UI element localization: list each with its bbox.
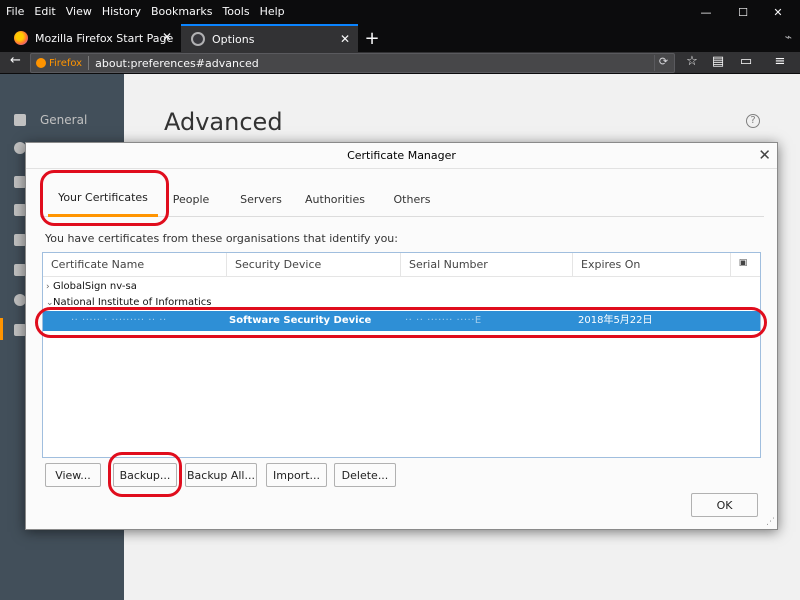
- sidebar-item-general[interactable]: General: [14, 110, 87, 130]
- url-bar[interactable]: Firefox about:preferences#advanced ⟳: [30, 53, 675, 73]
- tree-row-group[interactable]: ⌄ National Institute of Informatics: [43, 295, 760, 311]
- cell-expires-on: 2018年5月22日: [578, 315, 653, 326]
- minimize-icon[interactable]: —: [690, 0, 722, 24]
- general-icon: [14, 114, 26, 126]
- tab-others[interactable]: Others: [390, 181, 434, 217]
- certificate-tabs: Your Certificates People Servers Authori…: [40, 181, 764, 217]
- ok-button[interactable]: OK: [691, 493, 758, 517]
- window-close-icon[interactable]: ✕: [762, 0, 794, 24]
- tree-row-certificate-selected[interactable]: ·· ····· · ········· ·· ·· Software Secu…: [43, 311, 760, 331]
- menu-bar: File Edit View History Bookmarks Tools H…: [0, 0, 800, 24]
- tree-row-group[interactable]: › GlobalSign nv-sa: [43, 279, 760, 295]
- menu-help[interactable]: Help: [255, 0, 290, 24]
- close-icon[interactable]: ✕: [758, 146, 771, 164]
- help-icon[interactable]: ?: [746, 114, 760, 128]
- group-name: National Institute of Informatics: [53, 297, 212, 308]
- cell-certificate-name: ·· ····· · ········· ·· ··: [71, 315, 167, 326]
- tree-header: Certificate Name Security Device Serial …: [43, 253, 760, 277]
- reload-button[interactable]: ⟳: [654, 55, 672, 71]
- dialog-titlebar: Certificate Manager ✕: [26, 143, 777, 169]
- certificate-tree[interactable]: Certificate Name Security Device Serial …: [42, 252, 761, 458]
- tab-start-page[interactable]: Mozilla Firefox Start Page ✕: [0, 24, 180, 52]
- tab-close-icon[interactable]: ✕: [340, 32, 350, 46]
- tab-options[interactable]: Options ✕: [181, 24, 358, 52]
- tab-servers[interactable]: Servers: [235, 181, 287, 217]
- tab-your-certificates[interactable]: Your Certificates: [48, 181, 158, 217]
- column-header-expires-on[interactable]: Expires On: [573, 253, 731, 277]
- back-button[interactable]: ←: [10, 53, 21, 68]
- view-button[interactable]: View...: [45, 463, 101, 487]
- sidebar-item-label: General: [40, 113, 88, 127]
- cell-security-device: Software Security Device: [229, 315, 372, 326]
- star-icon[interactable]: ☆: [682, 54, 702, 72]
- url-text[interactable]: about:preferences#advanced: [89, 57, 259, 70]
- import-button[interactable]: Import...: [266, 463, 327, 487]
- backup-all-button[interactable]: Backup All...: [185, 463, 257, 487]
- column-picker-icon[interactable]: ▣: [736, 258, 750, 272]
- tab-title: Mozilla Firefox Start Page: [35, 31, 174, 45]
- identity-badge[interactable]: Firefox: [31, 56, 90, 70]
- cell-serial-number: ·· ·· ······· ·····E: [405, 315, 482, 326]
- menu-edit[interactable]: Edit: [29, 0, 60, 24]
- tab-authorities[interactable]: Authorities: [300, 181, 370, 217]
- column-header-certificate-name[interactable]: Certificate Name: [43, 253, 227, 277]
- resize-grip-icon[interactable]: ⋰: [766, 517, 775, 527]
- certificate-manager-dialog: Certificate Manager ✕ Your Certificates …: [25, 142, 778, 530]
- menu-tools[interactable]: Tools: [217, 0, 254, 24]
- menu-bookmarks[interactable]: Bookmarks: [146, 0, 217, 24]
- sidebar-selected-indicator: [0, 318, 3, 340]
- certificates-description: You have certificates from these organis…: [45, 232, 398, 245]
- tab-strip: Mozilla Firefox Start Page ✕ Options ✕ +…: [0, 24, 800, 52]
- sidebar-icon[interactable]: ▭: [736, 54, 756, 72]
- firefox-logo-icon: [14, 31, 28, 45]
- group-name: GlobalSign nv-sa: [53, 281, 137, 292]
- tab-people[interactable]: People: [165, 181, 217, 217]
- menu-file[interactable]: File: [0, 0, 29, 24]
- firefox-logo-icon: [36, 58, 46, 68]
- maximize-icon[interactable]: ☐: [727, 0, 759, 24]
- page-title: Advanced: [164, 108, 283, 136]
- tab-close-icon[interactable]: ✕: [162, 30, 172, 44]
- reading-list-icon[interactable]: ▤: [708, 54, 728, 72]
- menu-view[interactable]: View: [61, 0, 97, 24]
- delete-button[interactable]: Delete...: [334, 463, 396, 487]
- backup-button[interactable]: Backup...: [113, 463, 177, 487]
- identity-label: Firefox: [49, 57, 83, 69]
- column-header-serial-number[interactable]: Serial Number: [401, 253, 573, 277]
- new-tab-button[interactable]: +: [360, 24, 384, 52]
- gear-icon: [191, 32, 205, 46]
- hamburger-menu-icon[interactable]: ≡: [770, 54, 790, 72]
- dialog-title: Certificate Manager: [347, 149, 456, 162]
- expand-icon[interactable]: ›: [46, 279, 50, 295]
- tab-title: Options: [212, 32, 255, 46]
- navigation-toolbar: ← Firefox about:preferences#advanced ⟳ ☆…: [0, 52, 800, 74]
- rss-icon[interactable]: ⌁: [785, 30, 792, 44]
- column-header-security-device[interactable]: Security Device: [227, 253, 401, 277]
- menu-history[interactable]: History: [97, 0, 146, 24]
